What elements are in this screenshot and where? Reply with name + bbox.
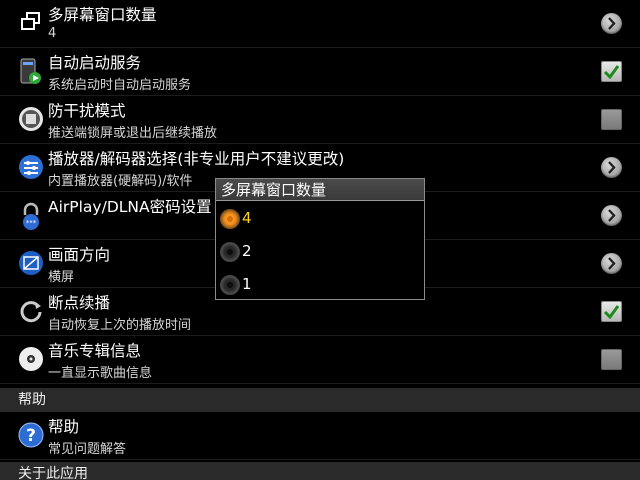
autostart-checkbox[interactable] bbox=[601, 61, 622, 82]
help-item[interactable]: ? 帮助 常见问题解答 bbox=[0, 412, 640, 460]
setting-title: 断点续播 bbox=[48, 294, 111, 312]
section-header-help: 帮助 bbox=[0, 388, 640, 412]
chevron-right-icon[interactable] bbox=[601, 253, 622, 274]
option-1[interactable]: 1 bbox=[216, 269, 424, 301]
chevron-right-icon[interactable] bbox=[601, 157, 622, 178]
setting-title: AirPlay/DLNA密码设置 bbox=[48, 198, 212, 216]
album-icon bbox=[18, 346, 44, 372]
setting-value: 内置播放器(硬解码)/软件 bbox=[48, 174, 193, 189]
setting-title: 播放器/解码器选择(非专业用户不建议更改) bbox=[48, 150, 345, 168]
autostart-icon bbox=[18, 58, 44, 84]
resume-checkbox[interactable] bbox=[601, 301, 622, 322]
album-info-checkbox[interactable] bbox=[601, 349, 622, 370]
setting-title: 多屏幕窗口数量 bbox=[48, 6, 157, 24]
orientation-icon bbox=[18, 250, 44, 276]
svg-text:***: *** bbox=[26, 219, 37, 227]
section-header-about: 关于此应用 bbox=[0, 462, 640, 480]
help-icon: ? bbox=[18, 422, 44, 448]
help-subtitle: 常见问题解答 bbox=[48, 442, 127, 457]
svg-text:?: ? bbox=[26, 426, 36, 446]
lock-icon: *** bbox=[18, 202, 44, 230]
help-title: 帮助 bbox=[48, 418, 80, 436]
setting-description: 一直显示歌曲信息 bbox=[48, 366, 153, 381]
option-4[interactable]: 4 bbox=[216, 203, 424, 235]
option-2[interactable]: 2 bbox=[216, 236, 424, 268]
setting-anti-interference[interactable]: 防干扰模式 推送端锁屏或退出后继续播放 bbox=[0, 96, 640, 144]
multi-window-icon bbox=[18, 10, 44, 36]
resume-icon bbox=[18, 298, 44, 324]
setting-description: 推送端锁屏或退出后继续播放 bbox=[48, 126, 218, 141]
setting-value: 横屏 bbox=[48, 270, 75, 285]
radio-selected-icon[interactable] bbox=[220, 209, 240, 229]
setting-autostart[interactable]: 自动启动服务 系统启动时自动启动服务 bbox=[0, 48, 640, 96]
setting-title: 自动启动服务 bbox=[48, 54, 142, 72]
setting-title: 防干扰模式 bbox=[48, 102, 126, 120]
setting-value: 4 bbox=[48, 26, 57, 41]
settings-screen: 多屏幕窗口数量 4 自动启动服务 系统启动时自动启动服务 防干扰模式 推送端锁屏… bbox=[0, 0, 640, 480]
option-label: 4 bbox=[242, 209, 252, 227]
setting-description: 系统启动时自动启动服务 bbox=[48, 78, 192, 93]
dialog-title: 多屏幕窗口数量 bbox=[216, 179, 424, 201]
radio-icon[interactable] bbox=[220, 275, 240, 295]
option-label: 2 bbox=[242, 242, 252, 260]
anti-interference-icon bbox=[18, 106, 44, 132]
player-decoder-icon bbox=[18, 154, 44, 180]
radio-icon[interactable] bbox=[220, 242, 240, 262]
setting-album-info[interactable]: 音乐专辑信息 一直显示歌曲信息 bbox=[0, 336, 640, 384]
setting-title: 画面方向 bbox=[48, 246, 111, 264]
option-label: 1 bbox=[242, 275, 252, 293]
anti-interference-checkbox[interactable] bbox=[601, 109, 622, 130]
setting-title: 音乐专辑信息 bbox=[48, 342, 142, 360]
setting-description: 自动恢复上次的播放时间 bbox=[48, 318, 192, 333]
chevron-right-icon[interactable] bbox=[601, 13, 622, 34]
chevron-right-icon[interactable] bbox=[601, 205, 622, 226]
window-count-dialog: 多屏幕窗口数量 4 2 1 bbox=[215, 178, 425, 300]
setting-multi-window-count[interactable]: 多屏幕窗口数量 4 bbox=[0, 0, 640, 48]
